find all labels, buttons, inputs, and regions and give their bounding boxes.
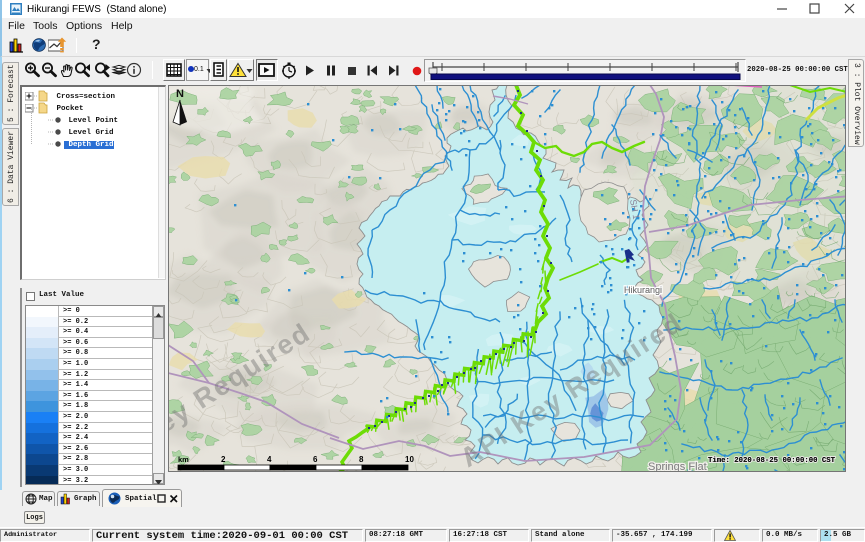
svg-text:6: 6 xyxy=(313,455,318,464)
svg-text:Springs Flat: Springs Flat xyxy=(648,461,707,472)
svg-text:2: 2 xyxy=(221,455,226,464)
svg-text:10: 10 xyxy=(405,455,414,464)
svg-text:Hikurangi: Hikurangi xyxy=(624,285,662,295)
svg-text:Time: 2020-08-25 00:00:00 CST: Time: 2020-08-25 00:00:00 CST xyxy=(708,457,836,465)
svg-text:N: N xyxy=(176,88,184,100)
svg-text:km: km xyxy=(178,455,189,464)
svg-text:4: 4 xyxy=(267,455,272,464)
svg-text:8: 8 xyxy=(359,455,364,464)
